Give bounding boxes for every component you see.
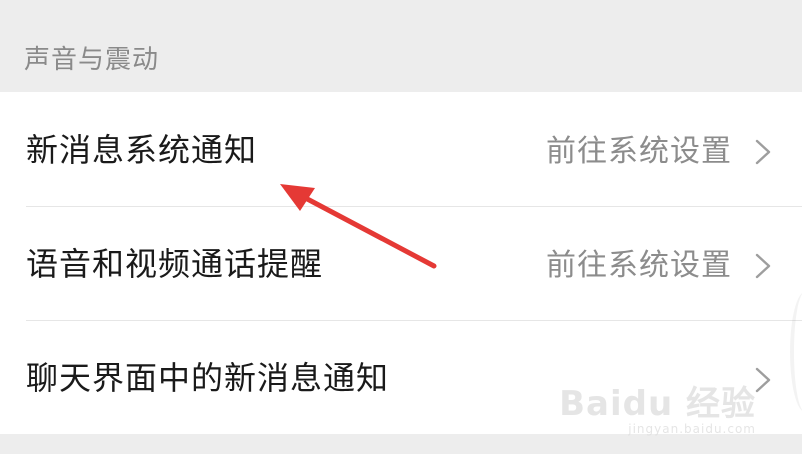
settings-list: 新消息系统通知 前往系统设置 语音和视频通话提醒 前往系统设置 聊天界面中的新消… [0, 92, 802, 434]
row-label: 新消息系统通知 [26, 131, 258, 169]
watermark-logo: Baidu 经验 [559, 384, 756, 424]
chevron-right-icon [755, 139, 771, 165]
row-label: 语音和视频通话提醒 [26, 245, 324, 283]
row-value: 前往系统设置 [546, 134, 732, 169]
settings-row-voice-video-call-reminder[interactable]: 语音和视频通话提醒 前往系统设置 [0, 206, 802, 320]
section-title: 声音与震动 [24, 45, 160, 75]
watermark-url: jingyan.baidu.com [628, 422, 756, 436]
section-header: 声音与震动 [0, 0, 802, 92]
row-value: 前往系统设置 [546, 248, 732, 283]
settings-row-new-message-system-notification[interactable]: 新消息系统通知 前往系统设置 [0, 92, 802, 206]
baidu-watermark: Baidu 经验 jingyan.baidu.com [559, 386, 756, 436]
chevron-right-icon [755, 253, 771, 279]
bottom-section-gap [0, 434, 802, 454]
row-label: 聊天界面中的新消息通知 [26, 359, 390, 397]
